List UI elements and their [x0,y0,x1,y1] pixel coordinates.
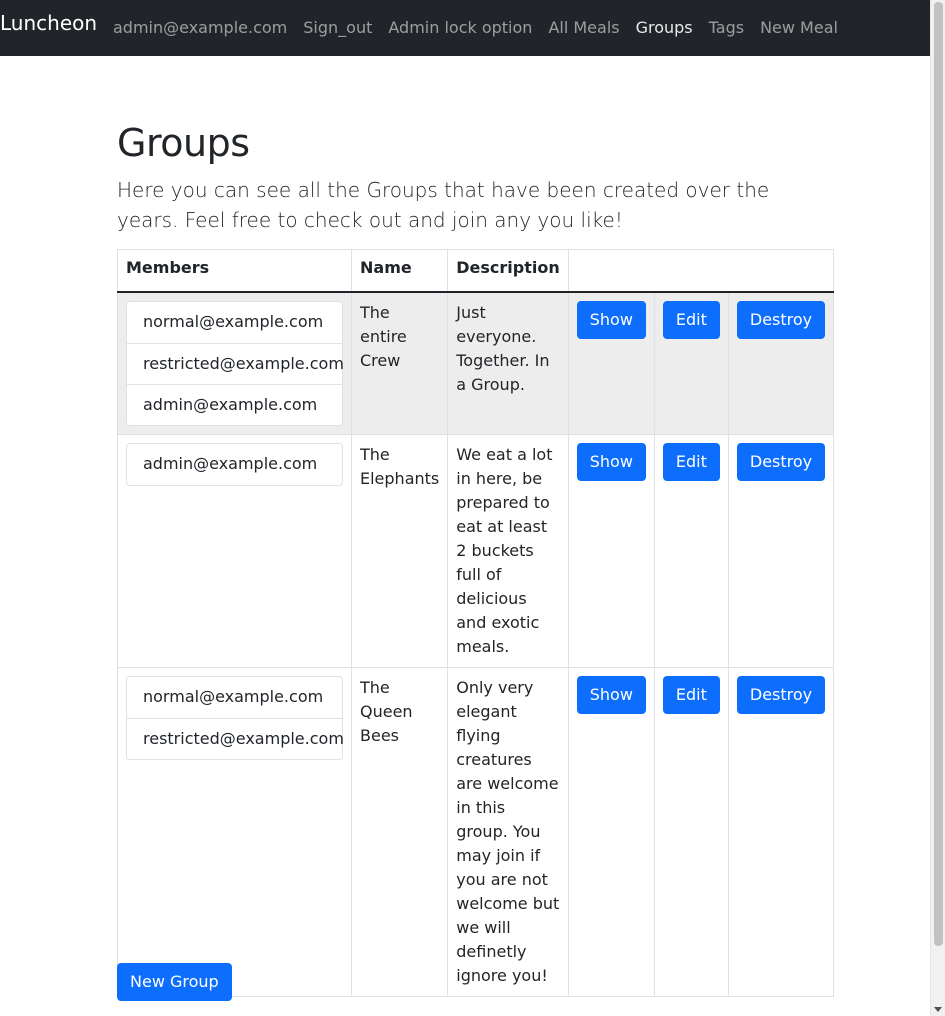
nav-link-tags[interactable]: Tags [709,16,744,40]
member-item: normal@example.com [143,311,324,331]
group-name: The entire Crew [350,291,449,435]
group-name: The Elephants [350,433,449,668]
edit-button[interactable]: Edit [662,442,720,481]
group-name: The Queen Bees [350,666,449,997]
members-cell: admin@example.com [117,433,352,668]
members-list: admin@example.com [126,442,343,486]
header-actions [567,249,835,293]
edit-button[interactable]: Edit [662,675,720,714]
table-row: normal@example.com restricted@example.co… [117,291,835,435]
main-content: Groups Here you can see all the Groups t… [117,120,835,997]
edit-cell: Edit [653,291,729,435]
destroy-cell: Destroy [727,666,835,997]
member-item: restricted@example.com [127,717,344,759]
nav-link-account[interactable]: admin@example.com [113,16,287,40]
members-list: normal@example.com restricted@example.co… [126,300,344,426]
show-cell: Show [567,291,655,435]
nav-link-all-meals[interactable]: All Meals [548,16,619,40]
edit-cell: Edit [653,433,729,668]
destroy-button[interactable]: Destroy [736,300,826,339]
group-description: Just everyone. Together. In a Group. [447,291,569,435]
member-item: admin@example.com [143,453,318,473]
show-button[interactable]: Show [576,442,646,481]
nav-link-new-meal[interactable]: New Meal [760,16,838,40]
destroy-cell: Destroy [727,291,835,435]
page-lead: Here you can see all the Groups that hav… [117,178,770,232]
show-button[interactable]: Show [576,675,646,714]
brand-link[interactable]: Luncheon [0,10,97,36]
scrollbar-thumb[interactable] [934,2,943,946]
edit-cell: Edit [653,666,729,997]
member-item: normal@example.com [143,686,324,706]
nav-link-admin-lock[interactable]: Admin lock option [388,16,532,40]
header-members: Members [117,249,352,293]
destroy-button[interactable]: Destroy [736,442,826,481]
edit-button[interactable]: Edit [662,300,720,339]
member-item: restricted@example.com [127,342,344,384]
page-title: Groups [117,121,250,165]
header-name: Name [350,249,449,293]
group-description: Only very elegant flying creatures are w… [447,666,569,997]
top-navbar: Luncheon admin@example.com Sign_out Admi… [0,0,930,56]
vertical-scrollbar[interactable] [930,0,945,1016]
members-cell: normal@example.com restricted@example.co… [117,291,352,435]
member-item: admin@example.com [127,383,342,425]
show-cell: Show [567,433,655,668]
header-description: Description [447,249,569,293]
new-group-button[interactable]: New Group [117,963,232,1001]
groups-table: Members Name Description normal@example.… [117,249,835,997]
members-cell: normal@example.com restricted@example.co… [117,666,352,997]
table-row: normal@example.com restricted@example.co… [117,666,835,997]
destroy-cell: Destroy [727,433,835,668]
nav-link-groups[interactable]: Groups [636,16,693,40]
nav-links: admin@example.com Sign_out Admin lock op… [113,16,838,40]
destroy-button[interactable]: Destroy [736,675,826,714]
group-description: We eat a lot in here, be prepared to eat… [447,433,569,668]
scroll-down-arrow-icon[interactable] [934,1007,942,1012]
show-cell: Show [567,666,655,997]
members-list: normal@example.com restricted@example.co… [126,675,344,760]
nav-link-sign-out[interactable]: Sign_out [303,16,372,40]
table-header-row: Members Name Description [117,249,835,293]
table-row: admin@example.com The Elephants We eat a… [117,433,835,668]
show-button[interactable]: Show [576,300,646,339]
